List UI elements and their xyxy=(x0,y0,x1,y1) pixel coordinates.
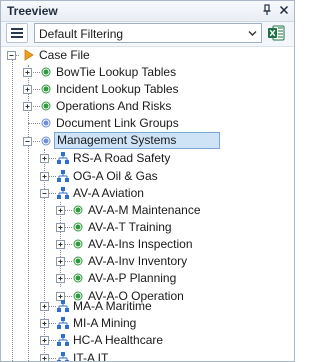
tree-node-label: AV-A-Ins Inspection xyxy=(88,237,193,251)
expand-icon[interactable] xyxy=(56,223,65,232)
tree-node-label: OG-A Oil & Gas xyxy=(73,169,158,183)
expand-icon[interactable] xyxy=(23,102,32,111)
tree-node-label: AV-A-M Maintenance xyxy=(88,203,201,217)
hierarchy-icon xyxy=(57,352,69,361)
tree-node-document-link-groups[interactable]: Document Link Groups xyxy=(1,115,231,131)
tree-node-label: Operations And Risks xyxy=(56,99,172,113)
blue-dot-icon xyxy=(41,136,51,146)
pin-icon[interactable] xyxy=(260,3,274,17)
treeview-toolbar: Default Filtering xyxy=(1,22,294,47)
blue-dot-icon xyxy=(41,118,51,128)
hamburger-icon xyxy=(11,28,23,38)
hierarchy-icon xyxy=(57,317,69,329)
tree-node-label: RS-A Road Safety xyxy=(73,151,171,165)
expand-icon[interactable] xyxy=(56,257,65,266)
tree-node-label: IT-A IT xyxy=(73,351,109,361)
tree-node-label: AV-A-P Planning xyxy=(88,271,177,285)
tree-node-hc-a-healthcare[interactable]: HC-A Healthcare xyxy=(1,332,231,348)
tree-node-incident-lookup-tables[interactable]: Incident Lookup Tables xyxy=(1,81,231,97)
tree-node-av-a-p-planning[interactable]: AV-A-P Planning xyxy=(1,270,241,286)
collapse-icon[interactable] xyxy=(23,137,32,146)
tree-node-av-a-aviation[interactable]: AV-A Aviation xyxy=(1,185,231,201)
expand-icon[interactable] xyxy=(23,85,32,94)
tree-node-label: AV-A-Inv Inventory xyxy=(88,254,188,268)
tree-node-label: MA-A Maritime xyxy=(73,299,152,313)
green-dot-icon xyxy=(41,67,51,77)
panel-titlebar: Treeview xyxy=(1,1,294,22)
tree-node-bowtie-lookup-tables[interactable]: BowTie Lookup Tables xyxy=(1,64,231,80)
expand-icon[interactable] xyxy=(40,336,49,345)
filter-dropdown[interactable]: Default Filtering xyxy=(34,23,262,43)
green-dot-icon xyxy=(41,101,51,111)
green-dot-icon xyxy=(73,205,83,215)
expand-icon[interactable] xyxy=(40,354,49,361)
tree-node-av-a-inv-inventory[interactable]: AV-A-Inv Inventory xyxy=(1,253,241,269)
green-dot-icon xyxy=(73,273,83,283)
tree-node-label: Case File xyxy=(39,48,90,62)
chevron-down-icon xyxy=(248,31,257,36)
expand-icon[interactable] xyxy=(56,240,65,249)
treeview-panel: Treeview Default Filtering Case File Bow… xyxy=(0,0,295,362)
hierarchy-icon xyxy=(57,334,69,346)
green-dot-icon xyxy=(73,222,83,232)
tree-node-label: AV-A-T Training xyxy=(88,220,172,234)
case-file-icon xyxy=(24,49,34,61)
tree-node-operations-and-risks[interactable]: Operations And Risks xyxy=(1,98,231,114)
tree-node-management-systems[interactable]: Management Systems xyxy=(1,132,231,149)
expand-icon[interactable] xyxy=(40,154,49,163)
tree-node-label: BowTie Lookup Tables xyxy=(56,65,177,79)
excel-export-icon[interactable] xyxy=(267,24,285,42)
filter-dropdown-value: Default Filtering xyxy=(39,27,124,41)
hierarchy-icon xyxy=(57,187,69,199)
tree-node-ma-a-maritime[interactable]: MA-A Maritime xyxy=(1,298,231,314)
expand-icon[interactable] xyxy=(56,274,65,283)
tree-node-og-a-oil-gas[interactable]: OG-A Oil & Gas xyxy=(1,168,231,184)
green-dot-icon xyxy=(41,84,51,94)
tree-node-av-a-t-training[interactable]: AV-A-T Training xyxy=(1,219,241,235)
expand-icon[interactable] xyxy=(40,302,49,311)
tree-node-label: Document Link Groups xyxy=(56,116,179,130)
tree-node-rs-a-road-safety[interactable]: RS-A Road Safety xyxy=(1,150,231,166)
hierarchy-icon xyxy=(57,170,69,182)
tree-node-label: HC-A Healthcare xyxy=(73,333,164,347)
tree-node-label: AV-A Aviation xyxy=(73,186,144,200)
tree-node-label: MI-A Mining xyxy=(73,316,137,330)
expand-icon[interactable] xyxy=(40,319,49,328)
tree-node-av-a-m-maintenance[interactable]: AV-A-M Maintenance xyxy=(1,202,241,218)
collapse-icon[interactable] xyxy=(7,51,16,60)
tree-view: Case File BowTie Lookup Tables Incident … xyxy=(1,47,294,361)
panel-title: Treeview xyxy=(7,4,58,18)
tree-node-label: Management Systems xyxy=(54,132,220,149)
expand-icon[interactable] xyxy=(56,206,65,215)
expand-icon[interactable] xyxy=(23,68,32,77)
close-icon[interactable] xyxy=(277,3,291,17)
menu-button[interactable] xyxy=(6,23,28,43)
hierarchy-icon xyxy=(57,300,69,312)
collapse-icon[interactable] xyxy=(40,189,49,198)
green-dot-icon xyxy=(73,256,83,266)
tree-node-mi-a-mining[interactable]: MI-A Mining xyxy=(1,315,231,331)
tree-node-av-a-ins-inspection[interactable]: AV-A-Ins Inspection xyxy=(1,236,241,252)
green-dot-icon xyxy=(73,239,83,249)
tree-node-label: Incident Lookup Tables xyxy=(56,82,179,96)
tree-node-it-a-it[interactable]: IT-A IT xyxy=(1,350,231,361)
hierarchy-icon xyxy=(57,152,69,164)
tree-node-case-file[interactable]: Case File xyxy=(1,47,201,63)
expand-icon[interactable] xyxy=(40,172,49,181)
